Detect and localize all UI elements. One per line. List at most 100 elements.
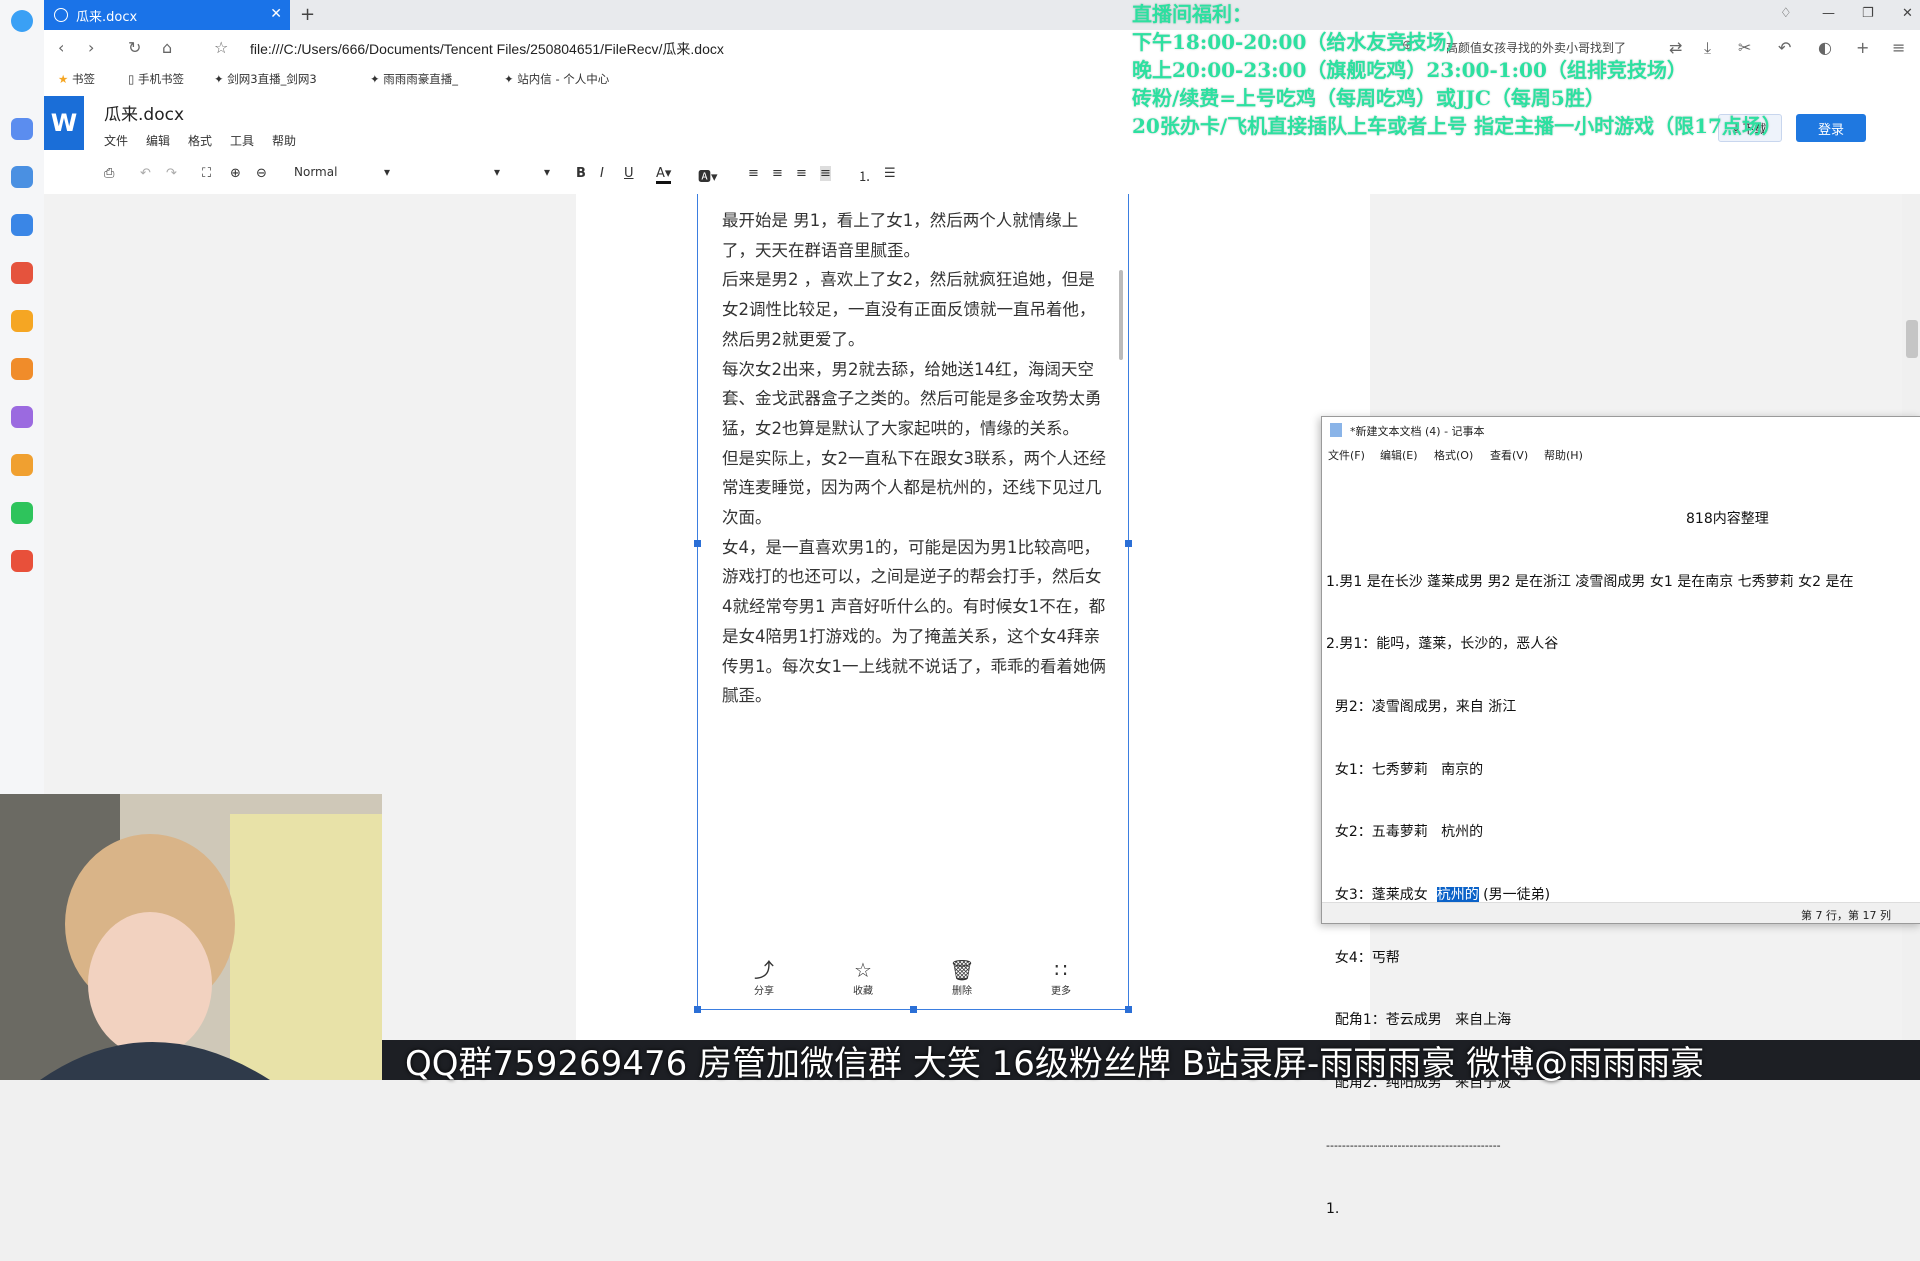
close-window-button[interactable]: ✕ xyxy=(1902,6,1913,21)
preview-scrollbar[interactable] xyxy=(1119,270,1123,360)
chevron-down-icon: ▾ xyxy=(493,165,500,179)
app-icon[interactable] xyxy=(11,550,33,572)
notepad-statusbar: 第 7 行，第 17 列 xyxy=(1322,902,1920,923)
chevron-down-icon: ▾ xyxy=(383,165,390,179)
streamer-video xyxy=(0,794,382,1080)
promo-line: 晚上20:00-23:00（旗舰吃鸡）23:00-1:00（组排竞技场） xyxy=(1132,58,1687,82)
justify-icon[interactable]: ≡ xyxy=(820,166,831,181)
redo-icon[interactable]: ↷ xyxy=(166,166,177,181)
bookmark-item[interactable]: ★ 书签 xyxy=(58,71,95,87)
stream-banner-text: QQ群759269476 房管加微信群 大笑 16级粉丝牌 B站录屏-雨雨雨豪 … xyxy=(405,1044,1705,1084)
restore-button[interactable]: ❐ xyxy=(1862,6,1874,21)
align-left-icon[interactable]: ≡ xyxy=(748,166,759,181)
minimize-button[interactable]: — xyxy=(1822,6,1835,21)
share-button[interactable]: ⤴ 分享 xyxy=(734,958,794,997)
wechat-icon[interactable] xyxy=(11,502,33,524)
url-input[interactable]: file:///C:/Users/666/Documents/Tencent F… xyxy=(250,39,724,59)
menu-format[interactable]: 格式 xyxy=(188,132,212,149)
document-body[interactable]: 最开始是 男1，看上了女1，然后两个人就情缘上了，天天在群语音里腻歪。 后来是男… xyxy=(722,206,1107,711)
notes-icon[interactable] xyxy=(11,454,33,476)
selected-text: 杭州的 xyxy=(1436,887,1479,904)
promo-line: 20张办卡/飞机直接插队上车或者上号 指定主播一小时游戏（限17点场） xyxy=(1132,114,1782,138)
bookmark-item[interactable]: ▯ 手机书签 xyxy=(128,71,184,87)
notepad-menu-file[interactable]: 文件(F) xyxy=(1328,447,1365,463)
notepad-line: 2.男1：能吗，蓬莱，长沙的，恶人谷 xyxy=(1326,636,1559,653)
edit-icon[interactable] xyxy=(11,406,33,428)
zoom-out-icon[interactable]: ⊖ xyxy=(256,166,267,181)
bookmark-star-icon[interactable]: ☆ xyxy=(214,38,228,57)
word-logo-icon: W xyxy=(44,96,84,150)
notepad-menu-help[interactable]: 帮助(H) xyxy=(1544,447,1583,463)
notepad-line: 女4：丐帮 xyxy=(1326,949,1400,966)
resize-handle[interactable] xyxy=(1125,540,1132,547)
notepad-window: *新建文本文档 (4) - 记事本 文件(F) 编辑(E) 格式(O) 查看(V… xyxy=(1321,416,1920,1217)
back-icon[interactable]: ‹ xyxy=(58,38,64,57)
menu-tools[interactable]: 工具 xyxy=(230,132,254,149)
notepad-menu-edit[interactable]: 编辑(E) xyxy=(1380,447,1418,463)
resize-handle[interactable] xyxy=(910,1006,917,1013)
home-icon[interactable]: ⌂ xyxy=(162,38,172,57)
tab-title: 瓜来.docx xyxy=(76,9,138,25)
bullet-list-icon[interactable]: ☰ xyxy=(884,166,896,181)
align-center-icon[interactable]: ≡ xyxy=(772,166,783,181)
webcam-overlay xyxy=(0,794,382,1080)
bookmark-item[interactable]: ✦ 剑网3直播_剑网3 xyxy=(214,71,317,87)
notepad-title: *新建文本文档 (4) - 记事本 xyxy=(1350,425,1485,438)
align-right-icon[interactable]: ≡ xyxy=(796,166,807,181)
underline-icon[interactable]: U xyxy=(624,166,634,181)
forward-icon[interactable]: › xyxy=(88,38,94,57)
font-color-icon[interactable]: A▾ xyxy=(656,166,672,184)
resize-handle[interactable] xyxy=(694,1006,701,1013)
menu-help[interactable]: 帮助 xyxy=(272,132,296,149)
notepad-textarea[interactable]: 818内容整理 1.男1 是在长沙 蓬莱成男 男2 是在浙江 凌雪阁成男 女1 … xyxy=(1326,467,1916,1261)
promo-line: 下午18:00-20:00（给水友竞技场） xyxy=(1132,30,1467,54)
menu-icon[interactable]: ≡ xyxy=(1892,38,1905,57)
moon-icon[interactable]: ◐ xyxy=(1818,38,1832,57)
notepad-menu-view[interactable]: 查看(V) xyxy=(1490,447,1528,463)
fit-page-icon[interactable]: ⛶ xyxy=(202,166,211,181)
paragraph: 但是实际上，女2一直私下在跟女3联系，两个人还经常连麦睡觉，因为两个人都是杭州的… xyxy=(722,448,1106,528)
pdf-icon[interactable] xyxy=(11,262,33,284)
resize-handle[interactable] xyxy=(1125,1006,1132,1013)
clock-icon[interactable] xyxy=(11,118,33,140)
resize-handle[interactable] xyxy=(694,540,701,547)
chevron-down-icon: ▾ xyxy=(543,165,550,179)
size-select[interactable]: ▾ xyxy=(514,165,554,185)
search-tool-icon[interactable] xyxy=(11,358,33,380)
ordered-list-icon[interactable]: ⒈ xyxy=(858,166,871,185)
menu-edit[interactable]: 编辑 xyxy=(146,132,170,149)
undo-icon[interactable]: ↶ xyxy=(140,166,151,181)
print-icon[interactable]: ⎙ xyxy=(104,166,114,181)
favorite-button[interactable]: ☆ 收藏 xyxy=(833,958,893,997)
tab-active[interactable]: 瓜来.docx ✕ xyxy=(44,0,290,30)
login-button[interactable]: 登录 xyxy=(1796,114,1866,142)
notepad-heading: 818内容整理 xyxy=(1686,510,1769,527)
italic-icon[interactable]: I xyxy=(600,166,604,181)
bookmark-item[interactable]: ✦ 雨雨雨豪直播_ xyxy=(370,71,458,87)
translate-icon[interactable] xyxy=(11,214,33,236)
cloud-icon[interactable] xyxy=(11,166,33,188)
scrollbar-thumb[interactable] xyxy=(1906,320,1918,358)
font-select[interactable]: ▾ xyxy=(404,165,504,185)
notepad-line: 女2：五毒萝莉 杭州的 xyxy=(1326,824,1484,841)
add-icon[interactable]: + xyxy=(1856,38,1869,57)
browser-logo-icon[interactable] xyxy=(11,10,33,32)
notepad-menu-format[interactable]: 格式(O) xyxy=(1434,447,1473,463)
reload-icon[interactable]: ↻ xyxy=(128,38,141,57)
close-tab-icon[interactable]: ✕ xyxy=(270,6,282,22)
more-icon: ∷ xyxy=(1054,958,1068,982)
delete-button[interactable]: 🗑 删除 xyxy=(932,958,992,997)
zoom-in-icon[interactable]: ⊕ xyxy=(230,166,241,181)
notepad-line: 配角1：苍云成男 来自上海 xyxy=(1326,1012,1512,1029)
bold-icon[interactable]: B xyxy=(576,166,586,181)
notepad-titlebar[interactable]: *新建文本文档 (4) - 记事本 xyxy=(1322,417,1920,443)
new-tab-button[interactable]: + xyxy=(300,4,315,25)
bookmark-item[interactable]: ✦ 站内信 - 个人中心 xyxy=(504,71,609,87)
more-button[interactable]: ∷ 更多 xyxy=(1031,958,1091,997)
menu-file[interactable]: 文件 xyxy=(104,132,128,149)
star-icon[interactable] xyxy=(11,310,33,332)
style-select[interactable]: Normal ▾ xyxy=(294,165,394,185)
promo-line: 砖粉/续费=上号吃鸡（每周吃鸡）或JJC（每周5胜） xyxy=(1132,86,1605,110)
highlight-icon[interactable]: 🅰▾ xyxy=(698,166,718,185)
share-icon: ⤴ xyxy=(754,958,774,982)
